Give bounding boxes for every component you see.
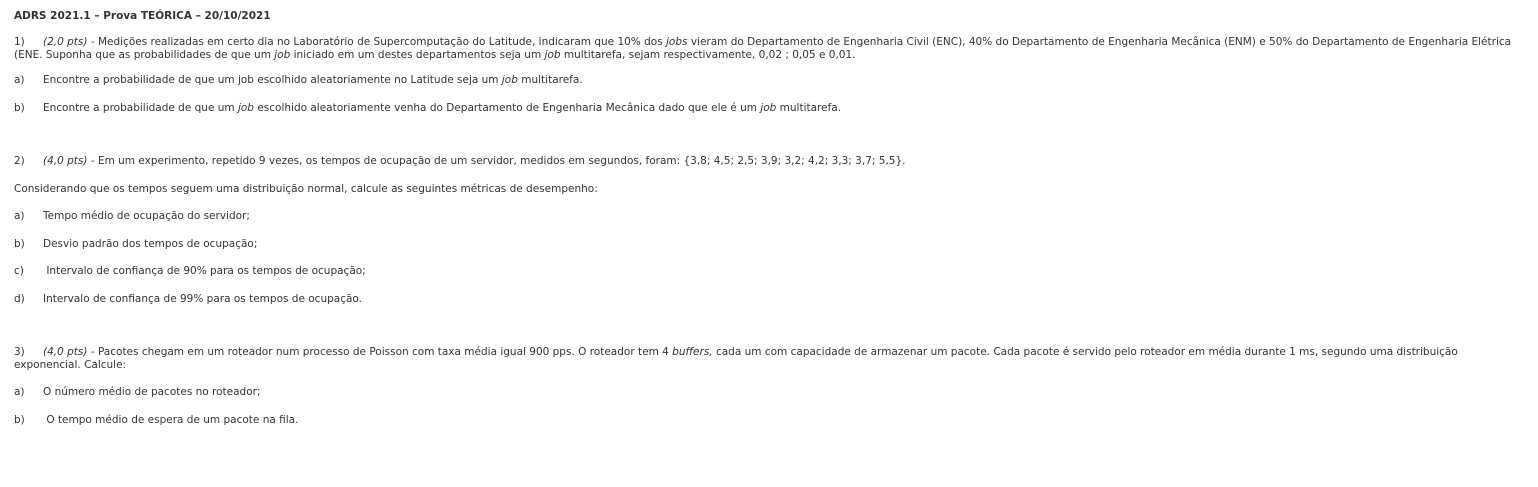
document-page: ADRS 2021.1 – Prova TEÓRICA – 20/10/2021… [0,0,1538,426]
list-item: b) Encontre a probabilidade de que um job… [14,101,842,114]
list-item: d) Intervalo de confiança de 99% para os … [14,292,362,305]
points-label: (4,0 pts) [43,346,88,358]
question-number: 3) [14,346,25,358]
list-item: a) Encontre a probabilidade de que um job… [14,74,583,86]
question-number: 1) [14,36,25,48]
question-3: 3) (4,0 pts) - Pacotes chegam em um rotea… [14,346,1524,426]
question-1-text-cont: (ENE. Suponha que as probabilidades de q… [14,48,856,61]
item-label: a) [14,74,25,86]
page-title: ADRS 2021.1 – Prova TEÓRICA – 20/10/2021 [14,10,271,22]
list-item: a) Tempo médio de ocupação do servidor; [14,210,250,222]
question-1-text: 1) (2,0 pts) - Medições realizadas em cer… [14,36,1512,48]
list-item: b) O tempo médio de espera de um pacote … [14,413,299,426]
list-item: a) O número médio de pacotes no roteador; [14,386,261,398]
points-label: (2,0 pts) [43,36,88,48]
question-2-intro: Considerando que os tempos seguem uma di… [14,182,598,195]
question-3-text-cont: exponencial. Calcule: [14,358,127,371]
question-number: 2) [14,155,25,167]
points-label: (4,0 pts) [43,155,88,167]
question-2-text: 2) (4,0 pts) - Em um experimento, repetid… [14,155,906,167]
list-item: b) Desvio padrão dos tempos de ocupação; [14,237,258,250]
list-item: c) Intervalo de confiança de 90% para os… [14,265,366,277]
item-label: b) [14,101,25,114]
question-3-text: 3) (4,0 pts) - Pacotes chegam em um rotea… [14,346,1458,358]
question-2: 2) (4,0 pts) - Em um experimento, repetid… [14,155,1524,305]
question-1: 1) (2,0 pts) - Medições realizadas em cer… [14,36,1524,114]
